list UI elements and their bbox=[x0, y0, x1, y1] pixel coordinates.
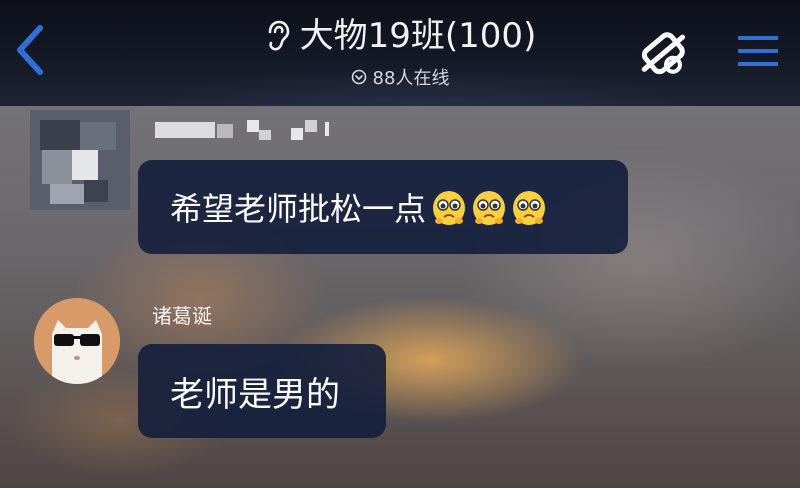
message-bubble[interactable]: 希望老师批松一点 bbox=[138, 160, 628, 254]
sender-name-blurred bbox=[155, 118, 335, 142]
online-status-icon bbox=[351, 69, 366, 85]
avatar-pixel bbox=[40, 120, 80, 150]
cat-sunglasses-avatar-icon bbox=[34, 298, 120, 384]
avatar-pixel bbox=[72, 150, 98, 180]
message-text: 希望老师批松一点 bbox=[170, 190, 427, 228]
message-text: 老师是男的 bbox=[170, 374, 340, 415]
online-count: 88人在线 bbox=[372, 68, 450, 89]
pleading-face-emoji-icon bbox=[473, 191, 506, 225]
page-title: 大物19班(100) bbox=[299, 16, 537, 56]
title-row[interactable]: 大物19班(100) bbox=[264, 14, 537, 58]
ear-icon bbox=[268, 20, 289, 51]
avatar-pixel bbox=[98, 154, 122, 180]
message-bubble[interactable]: 老师是男的 bbox=[138, 344, 386, 438]
pleading-face-emoji-icon bbox=[433, 191, 466, 225]
avatar-pixel bbox=[42, 150, 72, 184]
avatar-pixel bbox=[50, 184, 84, 204]
avatar-pixel bbox=[80, 122, 116, 150]
pleading-face-emoji-icon bbox=[513, 191, 546, 225]
sender-name: 诸葛诞 bbox=[152, 304, 212, 328]
notification-off-icon[interactable] bbox=[635, 26, 693, 82]
hamburger-menu-icon[interactable] bbox=[738, 34, 778, 68]
avatar[interactable] bbox=[30, 110, 130, 210]
avatar[interactable] bbox=[34, 298, 120, 384]
header-bar: 大物19班(100) 88人在线 bbox=[0, 0, 800, 106]
avatar-pixel bbox=[84, 180, 108, 202]
